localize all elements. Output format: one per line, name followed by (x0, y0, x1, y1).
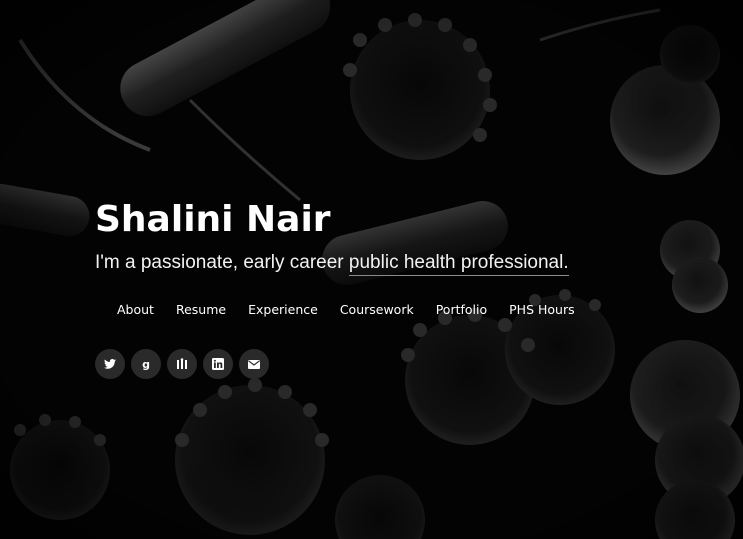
nav-link-phs-hours[interactable]: PHS Hours (509, 301, 574, 319)
nav-link-about[interactable]: About (117, 301, 154, 319)
mendeley-button[interactable] (167, 349, 197, 379)
nav-link-experience[interactable]: Experience (248, 301, 318, 319)
nav-link-portfolio[interactable]: Portfolio (436, 301, 487, 319)
profile-name: Shalini Nair (95, 199, 331, 240)
twitter-icon (104, 359, 116, 369)
google-icon: g (142, 357, 150, 371)
email-icon (248, 359, 260, 369)
email-button[interactable] (239, 349, 269, 379)
social-links: g (95, 349, 275, 379)
mendeley-icon (177, 358, 187, 369)
google-scholar-button[interactable]: g (131, 349, 161, 379)
hero-section: Shalini Nair I'm a passionate, early car… (95, 196, 695, 276)
linkedin-icon (212, 358, 224, 370)
nav-link-coursework[interactable]: Coursework (340, 301, 414, 319)
nav-link-resume[interactable]: Resume (176, 301, 226, 319)
tagline-prefix: I'm a passionate, early career (95, 252, 349, 273)
profile-tagline: I'm a passionate, early career public he… (95, 250, 695, 276)
linkedin-button[interactable] (203, 349, 233, 379)
twitter-button[interactable] (95, 349, 125, 379)
main-nav: About Resume Experience Coursework Portf… (117, 301, 597, 319)
tagline-highlight: public health professional. (348, 252, 569, 276)
